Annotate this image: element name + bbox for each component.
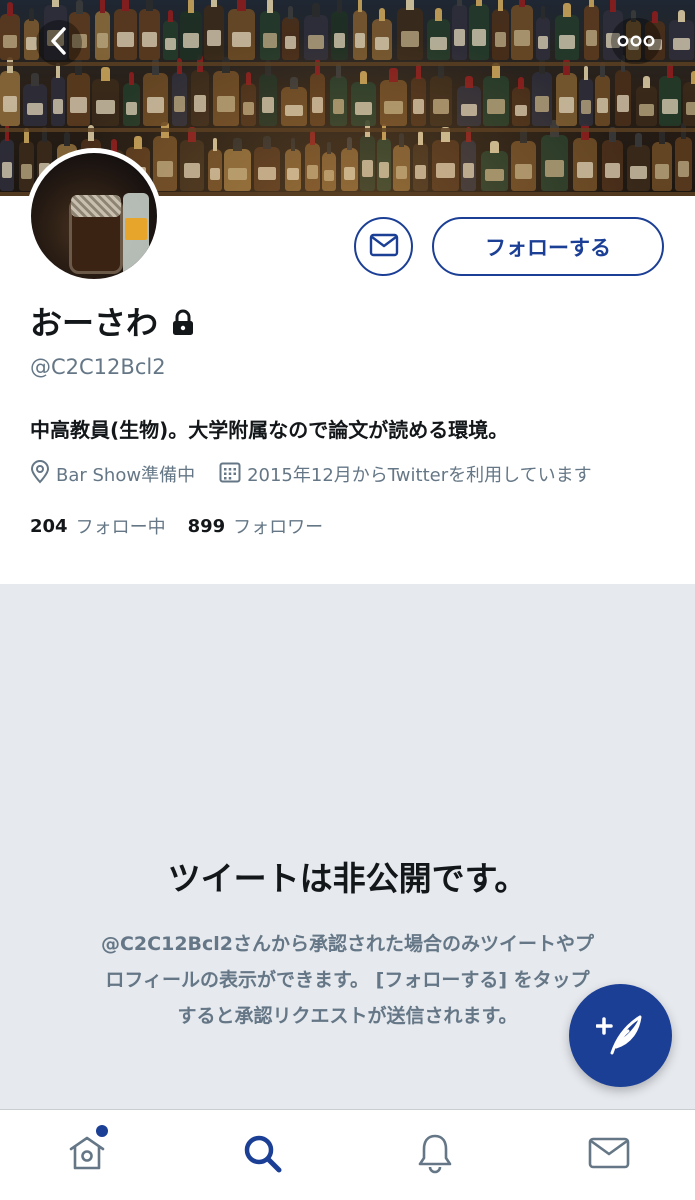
banner-shelf: [0, 62, 695, 66]
display-name-row: おーさわ: [30, 302, 196, 344]
followers-label: フォロワー: [233, 517, 324, 538]
tab-notifications[interactable]: [411, 1131, 459, 1179]
chevron-left-icon: [48, 26, 70, 60]
avatar-bottle-label: [125, 218, 147, 240]
protected-title: ツイートは非公開です。: [167, 859, 528, 898]
location: Bar Show準備中: [30, 459, 196, 489]
join-date: 2015年12月からTwitterを利用しています: [219, 461, 592, 488]
tab-home[interactable]: [63, 1131, 111, 1179]
avatar-jar-lid: [71, 195, 121, 217]
calendar-icon: [219, 461, 247, 488]
profile-meta: Bar Show準備中 2015年12月からTwitterを利用しています: [30, 459, 592, 489]
compose-feather-icon: [594, 1011, 646, 1061]
followers-link[interactable]: 899 フォロワー: [188, 513, 324, 539]
location-text: Bar Show準備中: [56, 465, 196, 486]
location-pin-icon: [30, 459, 56, 489]
user-handle: @C2C12Bcl2: [30, 355, 166, 379]
compose-tweet-button[interactable]: [569, 984, 672, 1087]
following-count: 204: [30, 515, 68, 537]
follow-stats: 204 フォロー中 899 フォロワー: [30, 512, 323, 540]
display-name: おーさわ: [30, 304, 159, 342]
protected-description: @C2C12Bcl2さんから承認された場合のみツイートやプ ロフィールの表示がで…: [40, 926, 655, 1034]
followers-count: 899: [187, 515, 226, 537]
lock-icon: [170, 309, 196, 337]
direct-message-button[interactable]: [354, 217, 413, 276]
join-date-text: 2015年12月からTwitterを利用しています: [247, 465, 592, 486]
tab-search[interactable]: [238, 1131, 286, 1179]
follow-button[interactable]: フォローする: [432, 217, 664, 276]
following-link[interactable]: 204 フォロー中: [30, 513, 166, 539]
protected-description-line: すると承認リクエストが送信されます。: [177, 1005, 518, 1027]
following-label: フォロー中: [75, 517, 166, 538]
protected-description-line: @C2C12Bcl2さんから承認された場合のみツイートやプ: [100, 933, 595, 955]
tab-messages[interactable]: [585, 1131, 633, 1179]
protected-description-line: ロフィールの表示ができます。 [フォローする] をタップ: [105, 969, 590, 991]
mail-icon: [588, 1136, 630, 1174]
back-button[interactable]: [36, 20, 82, 66]
mail-icon: [369, 233, 399, 261]
avatar[interactable]: [26, 148, 162, 284]
home-icon: [67, 1133, 107, 1177]
banner-shelf: [0, 128, 695, 132]
search-icon: [241, 1132, 283, 1178]
notification-dot: [96, 1125, 108, 1137]
more-button[interactable]: [611, 18, 661, 64]
more-horizontal-icon: [617, 32, 655, 51]
profile-bio: 中高教員(生物)。大学附属なので論文が読める環境。: [30, 418, 509, 442]
bell-icon: [415, 1132, 455, 1178]
